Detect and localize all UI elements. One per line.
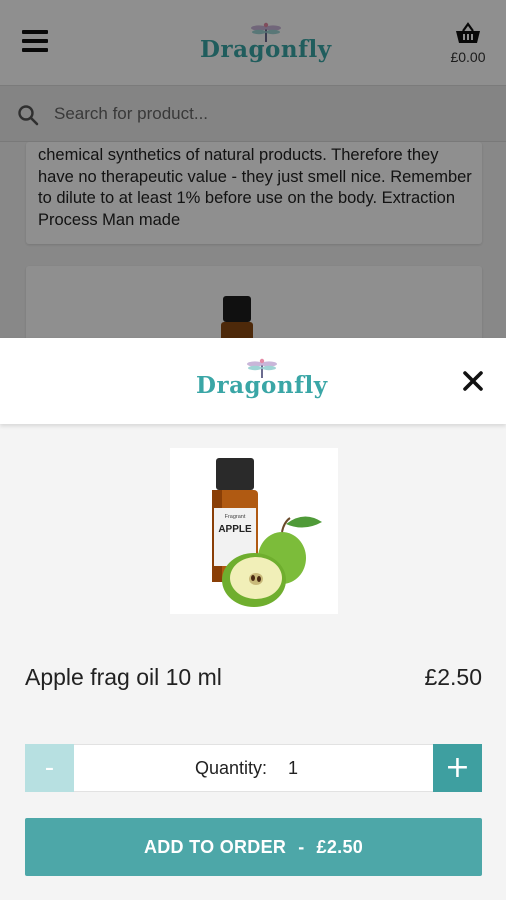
modal-header: Dragonfly — [0, 338, 506, 424]
brand-name: Dragonfly — [196, 372, 328, 399]
add-to-order-label: ADD TO ORDER — [143, 836, 287, 857]
increase-quantity-button[interactable]: + — [433, 744, 482, 792]
product-image: Fragrant APPLE — [170, 448, 338, 614]
quantity-stepper: - Quantity: 1 + — [25, 744, 482, 792]
decrease-quantity-button[interactable]: - — [25, 744, 74, 792]
product-price: £2.50 — [424, 664, 482, 690]
add-to-order-separator: - — [298, 836, 305, 857]
add-to-order-price: £2.50 — [316, 836, 364, 857]
bottle-label-small: Fragrant — [225, 514, 246, 520]
quantity-label: Quantity: — [195, 758, 268, 778]
quantity-value: 1 — [288, 758, 299, 778]
product-modal: Dragonfly Fragrant APPLE Apple frag oil … — [0, 338, 506, 900]
modal-backdrop[interactable] — [0, 0, 506, 340]
close-icon[interactable] — [462, 370, 484, 392]
bottle-label-big: APPLE — [218, 524, 252, 535]
product-name: Apple frag oil 10 ml — [25, 664, 222, 690]
modal-logo: Dragonfly — [196, 358, 328, 397]
add-to-order-button[interactable]: ADD TO ORDER - £2.50 — [25, 818, 482, 876]
